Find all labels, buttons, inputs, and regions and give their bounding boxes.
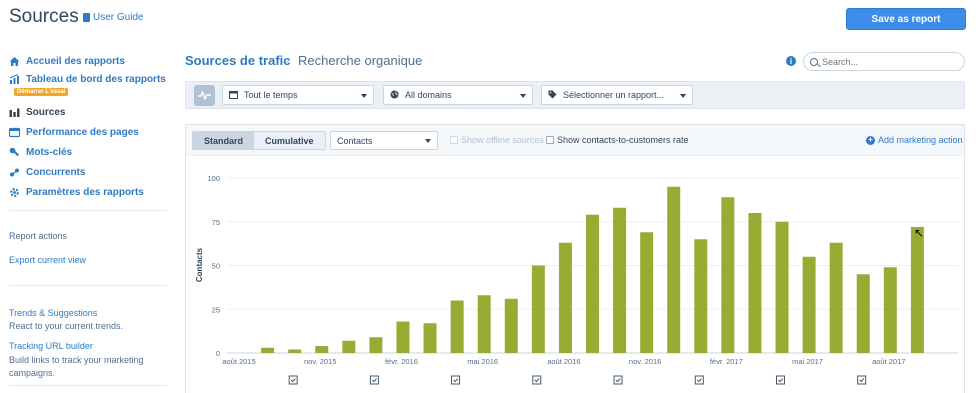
x-tick-label: févr. 2017 <box>710 357 743 366</box>
chart-bar <box>315 346 329 353</box>
chart-bar <box>721 197 735 353</box>
contacts-bar-chart: 0 25 50 75 100 Contacts août 2015 nov. 2015 févr… <box>195 174 958 385</box>
x-tick-label: août 2017 <box>872 357 905 366</box>
calendar-check-icon <box>451 375 461 385</box>
calendar-check-icon <box>694 375 704 385</box>
chart-bar <box>910 227 924 353</box>
x-tick-label: mai 2016 <box>467 357 498 366</box>
chart-bar <box>694 239 708 353</box>
calendar-check-icon <box>532 375 542 385</box>
x-tick-label: août 2016 <box>547 357 580 366</box>
chart-bar <box>477 295 491 353</box>
chart-bar <box>829 242 843 353</box>
chart-bar <box>802 256 816 353</box>
y-tick-label: 50 <box>212 262 220 271</box>
chart-bar <box>342 340 356 353</box>
chart-bar <box>856 274 870 353</box>
chart-bar <box>288 349 302 353</box>
x-tick-label: août 2015 <box>222 357 255 366</box>
chart-bar <box>450 300 464 353</box>
chart-bar <box>883 267 897 353</box>
y-tick-label: 0 <box>216 349 220 358</box>
chart-bar <box>775 221 789 353</box>
mouse-cursor: ↖ <box>914 226 925 240</box>
chart-bar <box>531 265 545 353</box>
chart-bar <box>396 321 410 353</box>
y-axis-label: Contacts <box>195 247 204 282</box>
chart-bar <box>613 207 627 353</box>
chart-bar <box>586 214 599 353</box>
calendar-check-icon <box>288 375 298 385</box>
chart-bar <box>261 347 275 353</box>
x-tick-label: mai 2017 <box>792 357 823 366</box>
y-tick-label: 100 <box>207 174 220 183</box>
calendar-check-icon <box>369 375 379 385</box>
calendar-check-icon <box>613 375 623 385</box>
y-tick-label: 25 <box>212 305 220 314</box>
chart-bar <box>369 337 383 353</box>
calendar-check-icon <box>857 375 867 385</box>
chart-bar <box>640 232 654 353</box>
chart-bar <box>504 298 518 353</box>
chart-bar <box>558 242 572 353</box>
x-tick-label: nov. 2016 <box>629 357 661 366</box>
chart-bar <box>667 186 681 353</box>
x-tick-label: févr. 2016 <box>385 357 418 366</box>
calendar-check-icon <box>776 375 785 385</box>
chart-bar <box>423 323 437 353</box>
chart-bar <box>748 213 762 353</box>
y-tick-label: 75 <box>212 218 220 227</box>
x-tick-label: nov. 2015 <box>304 357 336 366</box>
